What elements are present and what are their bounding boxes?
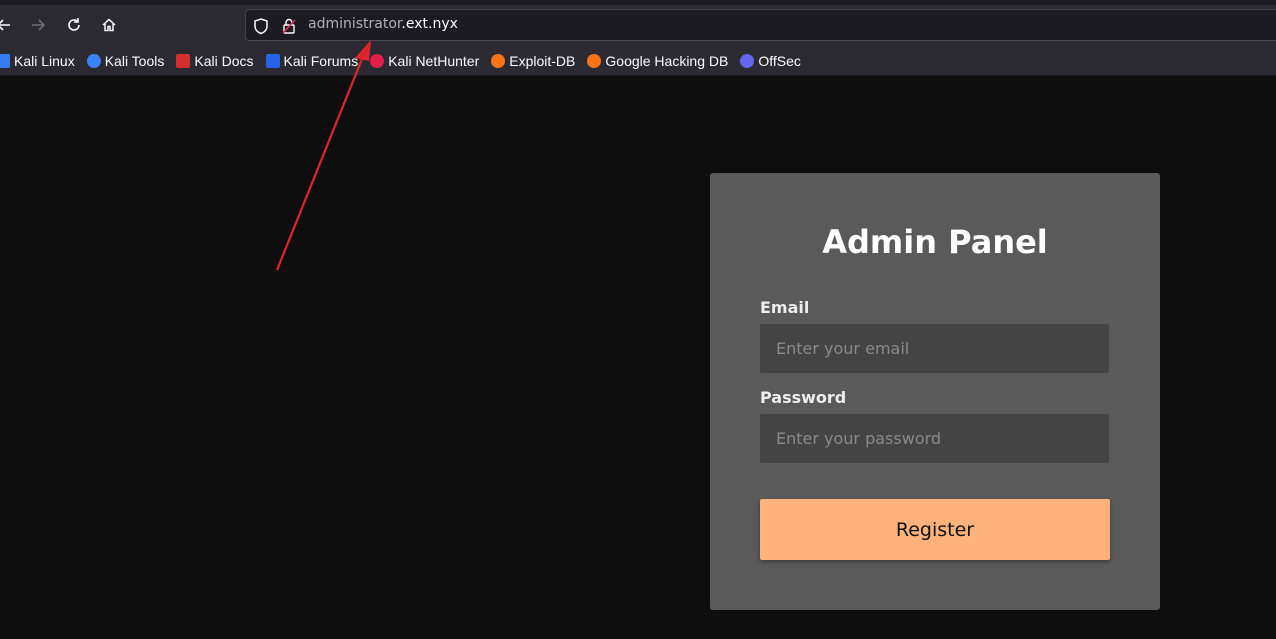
reload-icon [68, 18, 80, 31]
ghdb-icon [587, 53, 602, 68]
bookmark-kali-linux[interactable]: Kali Linux [0, 53, 75, 69]
forward-arrow-icon [32, 19, 46, 31]
kali-tools-icon [86, 53, 101, 68]
reload-button[interactable] [62, 13, 86, 37]
browser-toolbar: administrator.ext.nyx [0, 0, 1276, 46]
bookmark-label: Google Hacking DB [605, 52, 729, 69]
email-field[interactable] [760, 324, 1109, 373]
bookmark-kali-docs[interactable]: Kali Docs [176, 52, 254, 69]
bookmarks-toolbar: Kali Linux Kali Tools Kali Docs Kali For… [0, 46, 1276, 76]
kali-docs-icon [176, 53, 191, 68]
home-icon [102, 18, 116, 32]
bookmark-label: Kali Docs [194, 52, 254, 69]
bookmark-label: Kali Forums [283, 52, 359, 69]
url-domain: .ext.nyx [401, 16, 458, 32]
bookmark-label: OffSec [758, 52, 801, 69]
insecure-lock-icon[interactable] [280, 17, 298, 35]
password-label: Password [760, 388, 847, 407]
url-bar[interactable]: administrator.ext.nyx [245, 9, 1276, 41]
bookmark-label: Exploit-DB [509, 52, 576, 69]
kali-dragon-icon [0, 53, 10, 68]
bookmark-label: Kali Tools [104, 52, 165, 69]
tracking-protection-shield-icon[interactable] [252, 17, 270, 35]
email-label: Email [760, 298, 810, 317]
password-field[interactable] [760, 414, 1109, 463]
kali-nethunter-icon [370, 53, 385, 68]
home-button[interactable] [97, 13, 121, 37]
bookmark-kali-tools[interactable]: Kali Tools [86, 52, 165, 69]
forward-button[interactable] [26, 13, 50, 37]
bookmark-google-hacking-db[interactable]: Google Hacking DB [587, 53, 728, 69]
bookmark-offsec[interactable]: OffSec [740, 53, 801, 69]
back-arrow-icon [0, 19, 10, 31]
kali-forums-icon [265, 53, 280, 68]
exploit-db-icon [491, 53, 506, 68]
admin-panel-card: Admin Panel Email Password Register [710, 173, 1160, 610]
bookmark-exploit-db[interactable]: Exploit-DB [491, 53, 575, 69]
bookmark-kali-nethunter[interactable]: Kali NetHunter [370, 53, 479, 69]
bookmark-label: Kali NetHunter [388, 52, 480, 69]
bookmark-kali-forums[interactable]: Kali Forums [265, 52, 359, 69]
back-button[interactable] [0, 13, 16, 37]
panel-title: Admin Panel [822, 223, 1048, 261]
bookmark-label: Kali Linux [14, 52, 75, 69]
register-button[interactable]: Register [760, 499, 1110, 560]
url-subdomain: administrator [308, 16, 402, 32]
offsec-icon [740, 53, 755, 68]
tab-strip-edge [0, 0, 1276, 5]
url-text[interactable]: administrator.ext.nyx [308, 16, 458, 32]
